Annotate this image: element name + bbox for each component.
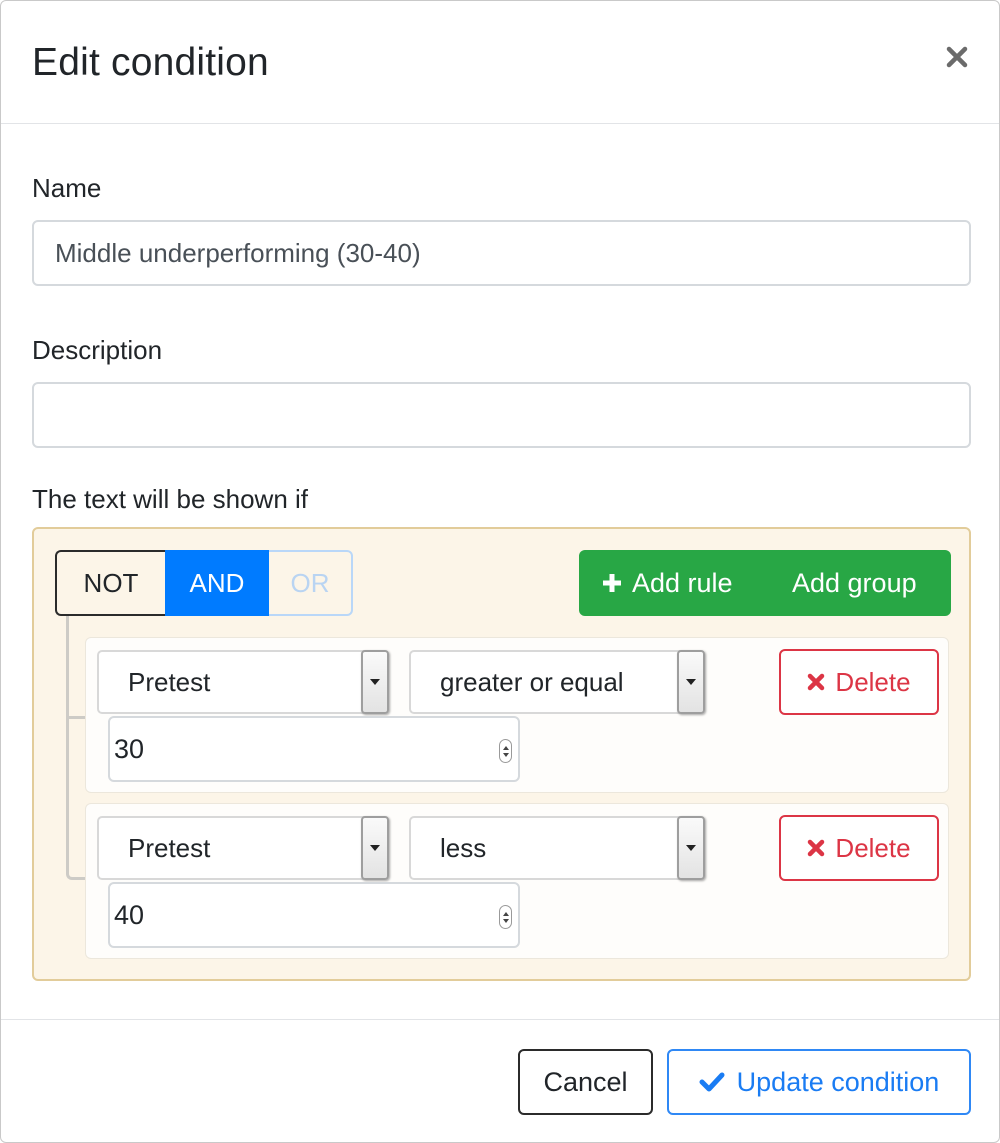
add-group-button[interactable]: Add group bbox=[770, 550, 917, 616]
times-icon bbox=[808, 839, 825, 857]
update-condition-label: Update condition bbox=[736, 1066, 940, 1097]
rule-value: 30 bbox=[114, 733, 145, 764]
name-input[interactable] bbox=[32, 220, 971, 286]
rule-operator-value: less bbox=[440, 832, 487, 863]
rule-field-select[interactable]: Pretest bbox=[97, 650, 389, 714]
cancel-button[interactable]: Cancel bbox=[518, 1049, 653, 1115]
rule-value-input[interactable]: 40 bbox=[108, 882, 520, 948]
and-button[interactable]: AND bbox=[165, 550, 269, 616]
add-rule-label: Add rule bbox=[632, 567, 733, 598]
dropdown-arrow-icon[interactable] bbox=[361, 816, 389, 880]
modal-title: Edit condition bbox=[32, 41, 269, 84]
add-group-label: Add group bbox=[792, 567, 917, 598]
name-label: Name bbox=[32, 173, 102, 203]
description-input[interactable] bbox=[32, 382, 971, 448]
delete-label: Delete bbox=[835, 666, 911, 697]
builder-actions: Add rule Add group bbox=[579, 550, 951, 616]
rule-field-select[interactable]: Pretest bbox=[97, 816, 389, 880]
rule-operator-select[interactable]: greater or equal bbox=[409, 650, 705, 714]
rule-operator-value: greater or equal bbox=[440, 666, 624, 697]
close-icon bbox=[946, 46, 968, 68]
plus-icon bbox=[603, 574, 621, 592]
number-spinner-icon[interactable] bbox=[499, 739, 512, 763]
delete-label: Delete bbox=[835, 832, 911, 863]
rule-row: Pretest greater or equal Delete 30 bbox=[85, 637, 949, 793]
rule-row: Pretest less Delete 40 bbox=[85, 803, 949, 959]
rule-operator-select[interactable]: less bbox=[409, 816, 705, 880]
rule-value: 40 bbox=[114, 899, 145, 930]
rule-value-input[interactable]: 30 bbox=[108, 716, 520, 782]
rule-field-value: Pretest bbox=[128, 832, 211, 863]
logic-toggle-group: NOT AND OR bbox=[55, 550, 353, 616]
tree-connector-branch bbox=[66, 716, 86, 719]
modal-footer: Cancel Update condition bbox=[1, 1019, 999, 1142]
check-icon bbox=[699, 1072, 725, 1092]
add-rule-button[interactable]: Add rule bbox=[579, 550, 770, 616]
number-spinner-icon[interactable] bbox=[499, 905, 512, 929]
dropdown-arrow-icon[interactable] bbox=[361, 650, 389, 714]
edit-condition-modal: Edit condition Name Description The text… bbox=[0, 0, 1000, 1143]
close-button[interactable] bbox=[941, 41, 973, 73]
query-builder: NOT AND OR Add rule Add group Pretest gr… bbox=[32, 527, 971, 981]
times-icon bbox=[808, 673, 825, 691]
tree-connector bbox=[66, 616, 86, 880]
condition-label: The text will be shown if bbox=[32, 484, 309, 514]
delete-rule-button[interactable]: Delete bbox=[779, 815, 939, 881]
description-label: Description bbox=[32, 335, 163, 365]
delete-rule-button[interactable]: Delete bbox=[779, 649, 939, 715]
update-condition-button[interactable]: Update condition bbox=[667, 1049, 971, 1115]
modal-header: Edit condition bbox=[1, 1, 999, 124]
dropdown-arrow-icon[interactable] bbox=[677, 650, 705, 714]
dropdown-arrow-icon[interactable] bbox=[677, 816, 705, 880]
not-button[interactable]: NOT bbox=[55, 550, 165, 616]
or-button[interactable]: OR bbox=[269, 550, 353, 616]
rule-field-value: Pretest bbox=[128, 666, 211, 697]
